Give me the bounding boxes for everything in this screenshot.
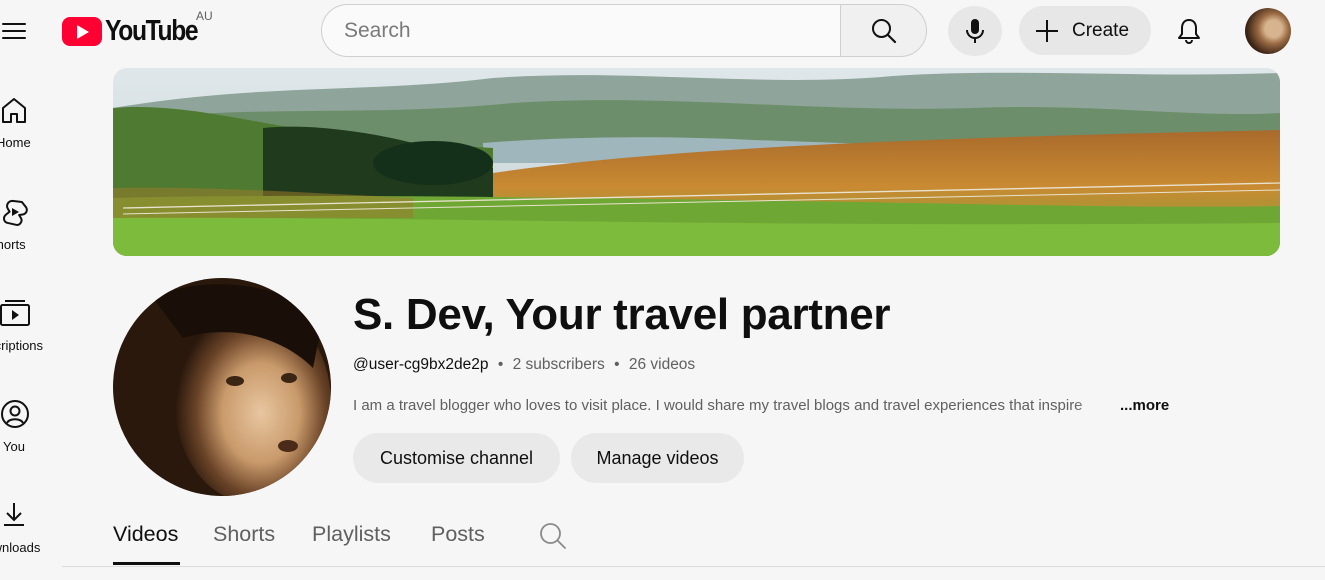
tab-posts[interactable]: Posts — [431, 522, 485, 547]
tab-videos[interactable]: Videos — [113, 522, 178, 547]
tab-playlists[interactable]: Playlists — [312, 522, 391, 547]
sidebar-item-shorts[interactable]: Shorts — [0, 197, 62, 277]
create-label: Create — [1072, 19, 1130, 41]
sidebar-item-label: Home — [0, 135, 31, 150]
logo-text: YouTube — [105, 14, 199, 47]
sidebar-item-subscriptions[interactable]: Subscriptions — [0, 298, 62, 378]
meta-separator: • — [497, 356, 504, 373]
microphone-icon — [966, 19, 984, 43]
channel-description[interactable]: I am a travel blogger who loves to visit… — [353, 397, 1119, 414]
manage-videos-label: Manage videos — [596, 447, 719, 468]
notifications-button[interactable] — [1170, 12, 1208, 50]
search-icon — [871, 18, 896, 43]
channel-name: S. Dev, Your travel partner — [353, 290, 891, 339]
sidebar-item-label: Subscriptions — [0, 338, 44, 353]
customise-channel-button[interactable]: Customise channel — [353, 433, 560, 483]
search-button[interactable] — [840, 4, 927, 57]
search-input[interactable] — [321, 4, 840, 57]
you-icon — [1, 400, 29, 428]
voice-search-button[interactable] — [948, 6, 1002, 56]
plus-icon — [1036, 19, 1058, 42]
sidebar-item-label: You — [3, 439, 25, 454]
play-logo-icon — [62, 16, 102, 46]
sidebar-item-label: Downloads — [0, 540, 41, 555]
sidebar-item-downloads[interactable]: Downloads — [0, 500, 62, 580]
search-box — [321, 4, 927, 57]
download-icon — [4, 503, 24, 526]
more-link[interactable]: ...more — [1120, 397, 1169, 414]
sidebar-item-you[interactable]: You — [0, 399, 62, 479]
manage-videos-button[interactable]: Manage videos — [571, 433, 744, 483]
create-button[interactable]: Create — [1019, 6, 1151, 55]
channel-avatar[interactable] — [113, 278, 331, 496]
home-icon — [2, 98, 26, 123]
customise-channel-label: Customise channel — [379, 447, 534, 468]
subscriber-count: 2 subscribers — [512, 356, 605, 373]
active-tab-indicator — [113, 562, 180, 565]
channel-meta: @user-cg9bx2de2p • 2 subscribers • 26 vi… — [353, 356, 695, 374]
channel-handle[interactable]: @user-cg9bx2de2p — [353, 356, 489, 373]
shorts-icon — [3, 199, 28, 226]
sidebar-item-home[interactable]: Home — [0, 95, 62, 175]
account-avatar[interactable] — [1245, 8, 1291, 54]
tab-shorts[interactable]: Shorts — [213, 522, 275, 547]
video-count: 26 videos — [628, 356, 696, 373]
channel-banner — [113, 68, 1280, 256]
menu-icon[interactable] — [0, 16, 30, 46]
channel-search-icon[interactable] — [538, 521, 568, 551]
masthead: YouTube AU Create — [0, 0, 1325, 62]
meta-separator: • — [614, 356, 620, 373]
subscriptions-icon — [0, 300, 30, 326]
youtube-logo[interactable]: YouTube — [62, 14, 214, 48]
sidebar-item-label: Shorts — [0, 237, 26, 252]
country-code: AU — [196, 9, 213, 23]
tabs-divider — [62, 566, 1325, 567]
bell-icon — [1178, 19, 1200, 44]
